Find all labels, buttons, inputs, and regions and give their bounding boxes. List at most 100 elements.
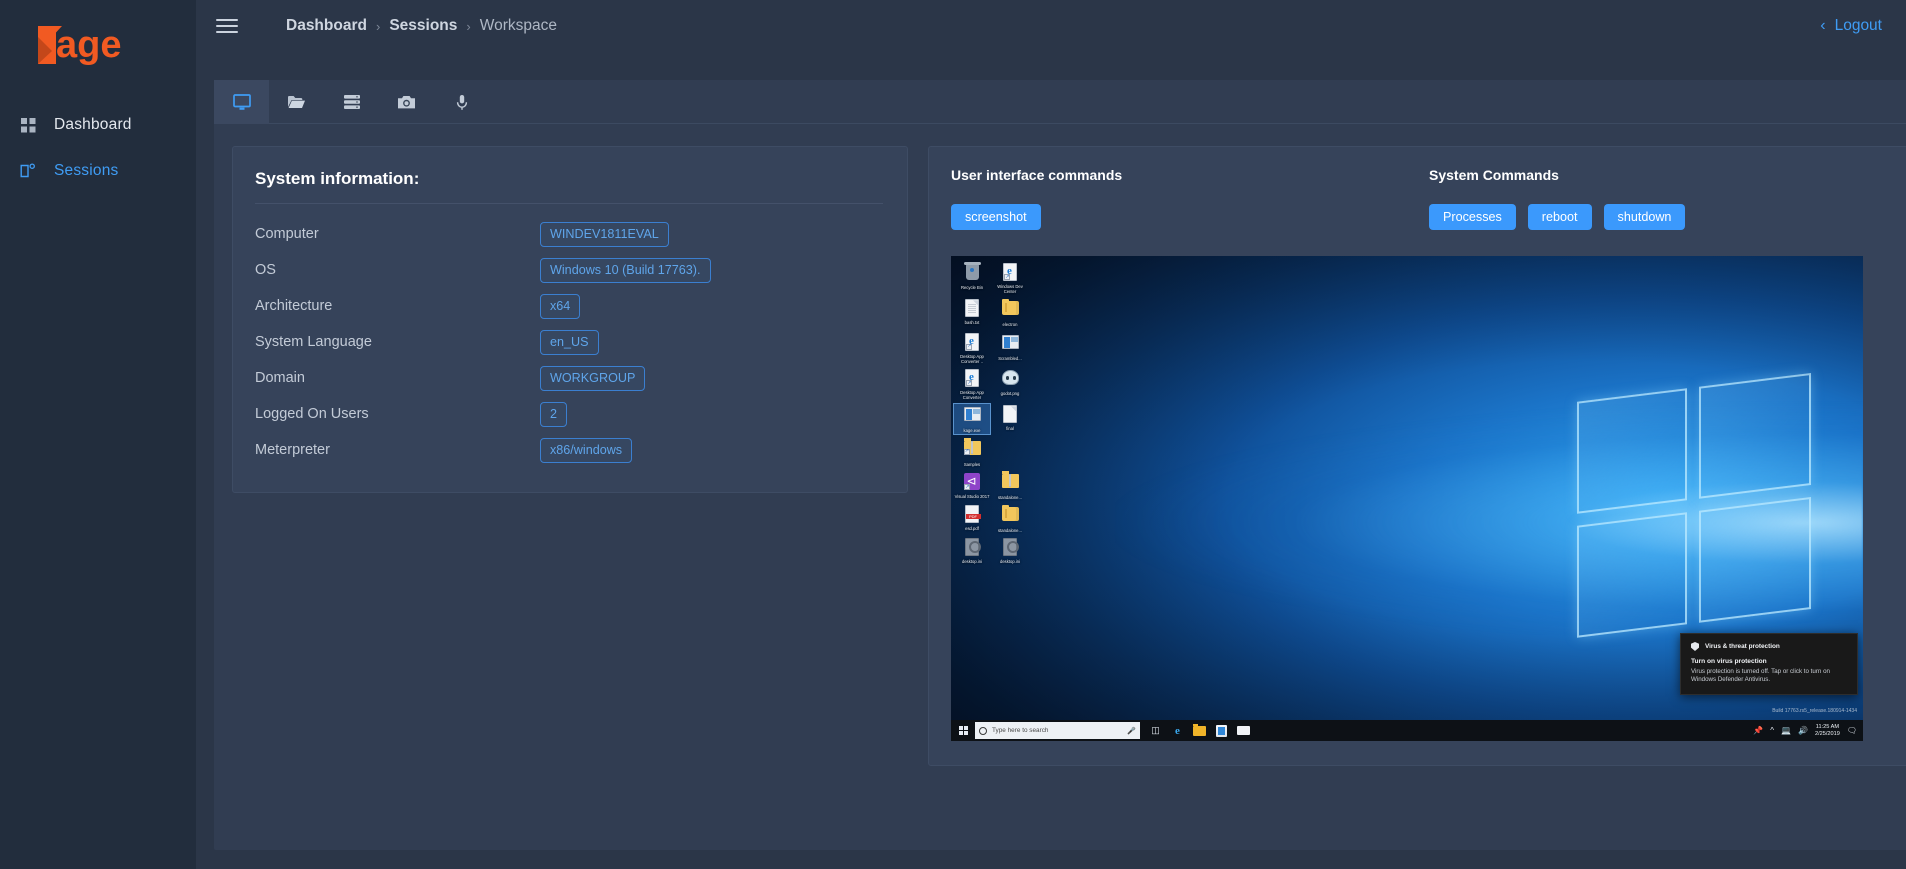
toast-app-name: Virus & threat protection <box>1705 643 1780 650</box>
desktop-icon-godot-png[interactable]: godot.png <box>992 368 1028 400</box>
desktop-icon-scrambled[interactable]: Scrambled... <box>992 332 1028 364</box>
desktop-icon-label: Samples <box>963 461 981 467</box>
tab-microphone[interactable] <box>434 80 489 124</box>
remote-desktop-screenshot[interactable]: Recycle Bin Windows Dev Center bash.txt <box>951 256 1863 741</box>
desktop-icon-label: desktop.ini <box>961 559 983 565</box>
desktop-icon-label: Recycle Bin <box>960 285 984 290</box>
sidebar-item-label: Sessions <box>54 162 119 179</box>
hamburger-icon[interactable] <box>216 15 238 37</box>
desktop-icon-standalone-1[interactable]: standalone... <box>992 471 1028 500</box>
file-explorer-icon[interactable] <box>1193 723 1206 737</box>
desktop-icon-grid: Recycle Bin Windows Dev Center bash.txt <box>953 262 1028 564</box>
commands-panel: User interface commands screenshot Syste… <box>928 146 1906 766</box>
sysinfo-key: System Language <box>255 334 372 350</box>
godot-image-icon <box>1001 370 1019 386</box>
windows-start-icon[interactable] <box>951 726 975 735</box>
desktop-icon-desktop-ini-2[interactable]: desktop.ini <box>992 537 1028 564</box>
toast-body: Virus protection is turned off. Tap or c… <box>1691 668 1830 683</box>
logout-button[interactable]: ‹ Logout <box>1820 17 1882 35</box>
taskbar-search-input[interactable]: Type here to search 🎤 <box>975 722 1140 739</box>
mail-icon[interactable] <box>1237 724 1250 737</box>
ini-file-icon <box>1003 538 1019 557</box>
tab-desktop[interactable] <box>214 80 269 124</box>
sysinfo-row-os: OS Windows 10 (Build 17763). <box>255 252 883 288</box>
shutdown-button[interactable]: shutdown <box>1603 204 1686 230</box>
toast-title: Turn on virus protection <box>1691 658 1767 665</box>
microphone-icon <box>455 94 469 111</box>
desktop-icon-desktop-ini-1[interactable]: desktop.ini <box>954 537 990 564</box>
reboot-button[interactable]: reboot <box>1527 204 1592 230</box>
sidebar-item-dashboard[interactable]: Dashboard <box>0 102 196 148</box>
chevron-up-icon[interactable]: ^ <box>1770 726 1774 735</box>
monitor-icon <box>232 93 251 111</box>
edge-icon[interactable]: e <box>1171 724 1184 737</box>
desktop-icon-standalone-2[interactable]: standalone... <box>992 504 1028 533</box>
windows-toast-notification[interactable]: Virus & threat protection Turn on virus … <box>1680 633 1858 695</box>
processes-button[interactable]: Processes <box>1429 204 1516 230</box>
sysinfo-value-computer[interactable]: WINDEV1811EVAL <box>540 221 669 247</box>
screenshot-button[interactable]: screenshot <box>951 204 1041 230</box>
visual-studio-icon <box>964 472 980 490</box>
desktop-icon-windows-dev-center[interactable]: Windows Dev Center <box>992 262 1028 294</box>
system-commands-column: System Commands Processes reboot shutdow… <box>1429 167 1686 230</box>
breadcrumb-item-dashboard[interactable]: Dashboard <box>286 17 367 35</box>
workspace-card: System information: Computer WINDEV1811E… <box>214 80 1906 850</box>
desktop-icon-label: kage.exe <box>963 428 981 434</box>
desktop-icon-electron[interactable]: electron <box>992 298 1028 327</box>
taskbar-system-tray: 📌 ^ 💻 🔊 11:25 AM 2/25/2019 🗨 <box>1753 724 1863 738</box>
sysinfo-row-architecture: Architecture x64 <box>255 288 883 324</box>
desktop-icon-recycle-bin[interactable]: Recycle Bin <box>954 262 990 294</box>
taskbar-clock[interactable]: 11:25 AM 2/25/2019 <box>1815 724 1840 738</box>
commands-header: User interface commands screenshot Syste… <box>951 167 1906 230</box>
desktop-icon-visual-studio-2017[interactable]: Visual Studio 2017 <box>954 471 990 500</box>
svg-text:age: age <box>56 24 121 66</box>
desktop-icon-label: electron <box>1002 322 1018 328</box>
grid-icon <box>16 115 40 135</box>
folder-shortcut-icon <box>963 438 981 455</box>
pin-icon[interactable]: 📌 <box>1753 726 1763 735</box>
sysinfo-key: OS <box>255 262 276 278</box>
ui-commands-buttons: screenshot <box>951 204 1429 230</box>
desktop-icon-desktop-app-converter-1[interactable]: Desktop App Converter .. <box>954 332 990 364</box>
brand-logo[interactable]: age <box>0 8 196 82</box>
app-root: age Dashboard Sessions Dashboard › Sessi… <box>0 0 1906 869</box>
shield-icon <box>1691 642 1699 651</box>
sysinfo-key: Computer <box>255 226 319 242</box>
breadcrumb-separator: › <box>375 18 381 34</box>
action-center-icon[interactable]: 🗨 <box>1847 726 1857 735</box>
desktop-icon-bash-txt[interactable]: bash.txt <box>954 298 990 327</box>
sysinfo-row-system-language: System Language en_US <box>255 324 883 360</box>
desktop-icon-desktop-app-converter-2[interactable]: Desktop App Converter <box>954 368 990 400</box>
sysinfo-value-logged-on-users[interactable]: 2 <box>540 401 568 427</box>
sysinfo-value-architecture[interactable]: x64 <box>540 293 581 319</box>
sysinfo-value-os[interactable]: Windows 10 (Build 17763). <box>540 257 711 283</box>
sysinfo-row-meterpreter: Meterpreter x86/windows <box>255 432 883 468</box>
tab-server[interactable] <box>324 80 379 124</box>
store-icon[interactable] <box>1215 724 1228 737</box>
tab-files[interactable] <box>269 80 324 124</box>
sysinfo-value-domain[interactable]: WORKGROUP <box>540 365 646 391</box>
sysinfo-key: Meterpreter <box>255 442 330 458</box>
sidebar-item-sessions[interactable]: Sessions <box>0 148 196 194</box>
sysinfo-value-system-language[interactable]: en_US <box>540 329 599 355</box>
network-icon[interactable]: 💻 <box>1781 726 1791 735</box>
volume-icon[interactable]: 🔊 <box>1798 726 1808 735</box>
desktop-icon-label: standalone... <box>998 494 1022 500</box>
microphone-icon[interactable]: 🎤 <box>1127 727 1136 735</box>
breadcrumb-item-sessions[interactable]: Sessions <box>389 17 457 35</box>
zip-folder-icon <box>1001 471 1019 488</box>
clock-date: 2/25/2019 <box>1814 730 1840 737</box>
sysinfo-value-meterpreter[interactable]: x86/windows <box>540 437 633 463</box>
application-icon <box>1001 334 1019 349</box>
kage-logo-icon: age <box>38 24 121 66</box>
desktop-icon-esd-pdf[interactable]: esd.pdf <box>954 504 990 533</box>
server-icon <box>343 94 361 110</box>
tab-webcam[interactable] <box>379 80 434 124</box>
desktop-icon-label: bash.txt <box>964 320 980 326</box>
desktop-icon-samples[interactable]: Samples <box>954 438 990 467</box>
edge-shortcut-icon <box>1003 263 1017 281</box>
desktop-icon-final[interactable]: final <box>992 404 1028 433</box>
workspace-tabs <box>214 80 1906 124</box>
task-view-icon[interactable]: ◫ <box>1149 724 1162 737</box>
desktop-icon-kage-exe[interactable]: kage.exe <box>953 403 991 435</box>
